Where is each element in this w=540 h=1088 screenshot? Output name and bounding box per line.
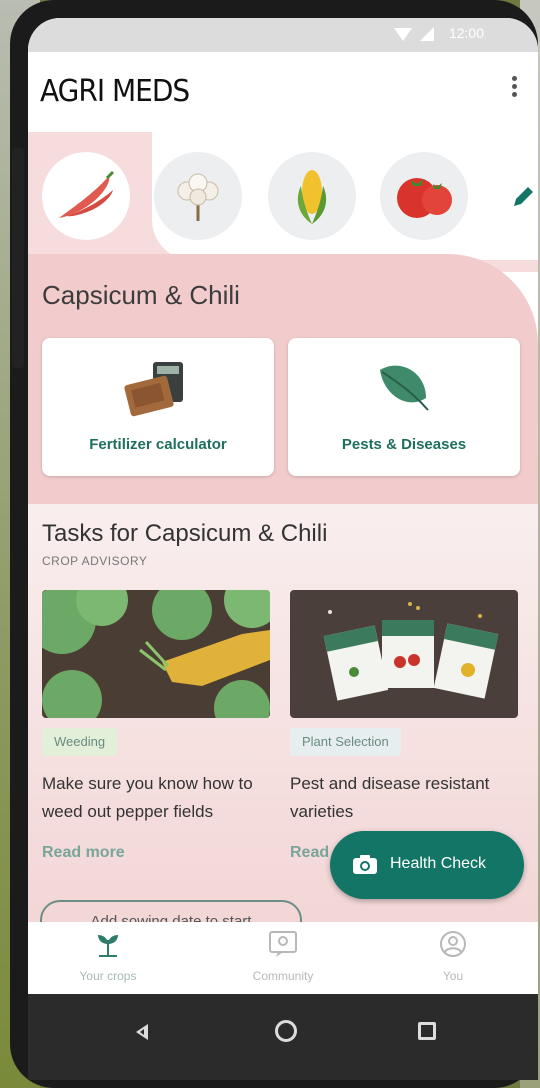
crop-selector — [28, 144, 538, 244]
leaf-icon — [380, 365, 429, 411]
app-bar: AGRI MEDS — [28, 52, 538, 132]
seed-packets-illustration — [290, 590, 518, 718]
profile-icon — [440, 931, 466, 957]
home-icon[interactable] — [275, 1020, 297, 1042]
nav-community-label: Community — [252, 969, 314, 983]
pests-diseases-card[interactable]: Pests & Diseases — [288, 338, 520, 476]
weeding-task-image[interactable] — [42, 590, 270, 718]
nav-your-crops[interactable]: Your crops — [28, 930, 188, 983]
nav-you-label: You — [442, 969, 464, 983]
tasks-subtitle: CROP ADVISORY — [42, 554, 148, 568]
fertilizer-calculator-label: Fertilizer calculator — [89, 436, 227, 453]
chat-icon — [269, 931, 297, 957]
health-check-button[interactable]: Health Check — [330, 831, 524, 899]
plant-selection-task-image[interactable] — [290, 590, 518, 718]
status-bar: 12:00 — [28, 18, 538, 52]
calculator-icon — [124, 362, 183, 417]
tasks-title: Tasks for Capsicum & Chili — [42, 520, 328, 547]
wifi-icon — [394, 28, 412, 41]
pests-diseases-label: Pests & Diseases — [341, 436, 467, 453]
cotton-icon — [177, 173, 219, 221]
plant-selection-tag: Plant Selection — [290, 728, 401, 756]
weeding-illustration — [42, 590, 270, 718]
nav-you[interactable]: You — [373, 930, 533, 983]
weeding-task-text: Make sure you know how to weed out peppe… — [42, 774, 253, 821]
system-navigation-bar — [28, 994, 538, 1080]
health-check-label: Health Check — [390, 855, 487, 872]
chili-pepper-icon — [59, 170, 115, 218]
crop-chili[interactable] — [42, 152, 130, 240]
phone-side-button — [12, 148, 24, 368]
plant-selection-task-text: Pest and disease resistant varieties — [290, 774, 490, 821]
crop-corn[interactable] — [268, 152, 356, 240]
recents-icon[interactable] — [418, 1022, 436, 1040]
plant-icon — [98, 935, 118, 957]
crop-tomato[interactable] — [380, 152, 468, 240]
nav-community[interactable]: Community — [203, 930, 363, 983]
crop-cotton[interactable] — [154, 152, 242, 240]
tomato-icon — [397, 178, 452, 218]
back-icon-inner — [140, 1029, 144, 1035]
weeding-tag: Weeding — [42, 728, 118, 756]
fertilizer-calculator-card[interactable]: Fertilizer calculator — [42, 338, 274, 476]
edit-crops-icon[interactable] — [510, 184, 536, 210]
signal-icon — [420, 27, 434, 41]
nav-your-crops-label: Your crops — [79, 969, 137, 983]
app-screen: 12:00 AGRI MEDS Capsicum & Chili Fertili… — [28, 18, 538, 1080]
bottom-navigation: Your crops Community You — [28, 922, 538, 994]
status-time: 12:00 — [448, 25, 484, 41]
overflow-menu-icon[interactable] — [512, 76, 518, 100]
corn-icon — [297, 170, 327, 224]
selected-crop-title: Capsicum & Chili — [42, 280, 240, 310]
camera-icon — [353, 855, 377, 874]
weeding-read-more-link[interactable]: Read more — [42, 844, 125, 862]
app-title: AGRI MEDS — [40, 72, 190, 109]
